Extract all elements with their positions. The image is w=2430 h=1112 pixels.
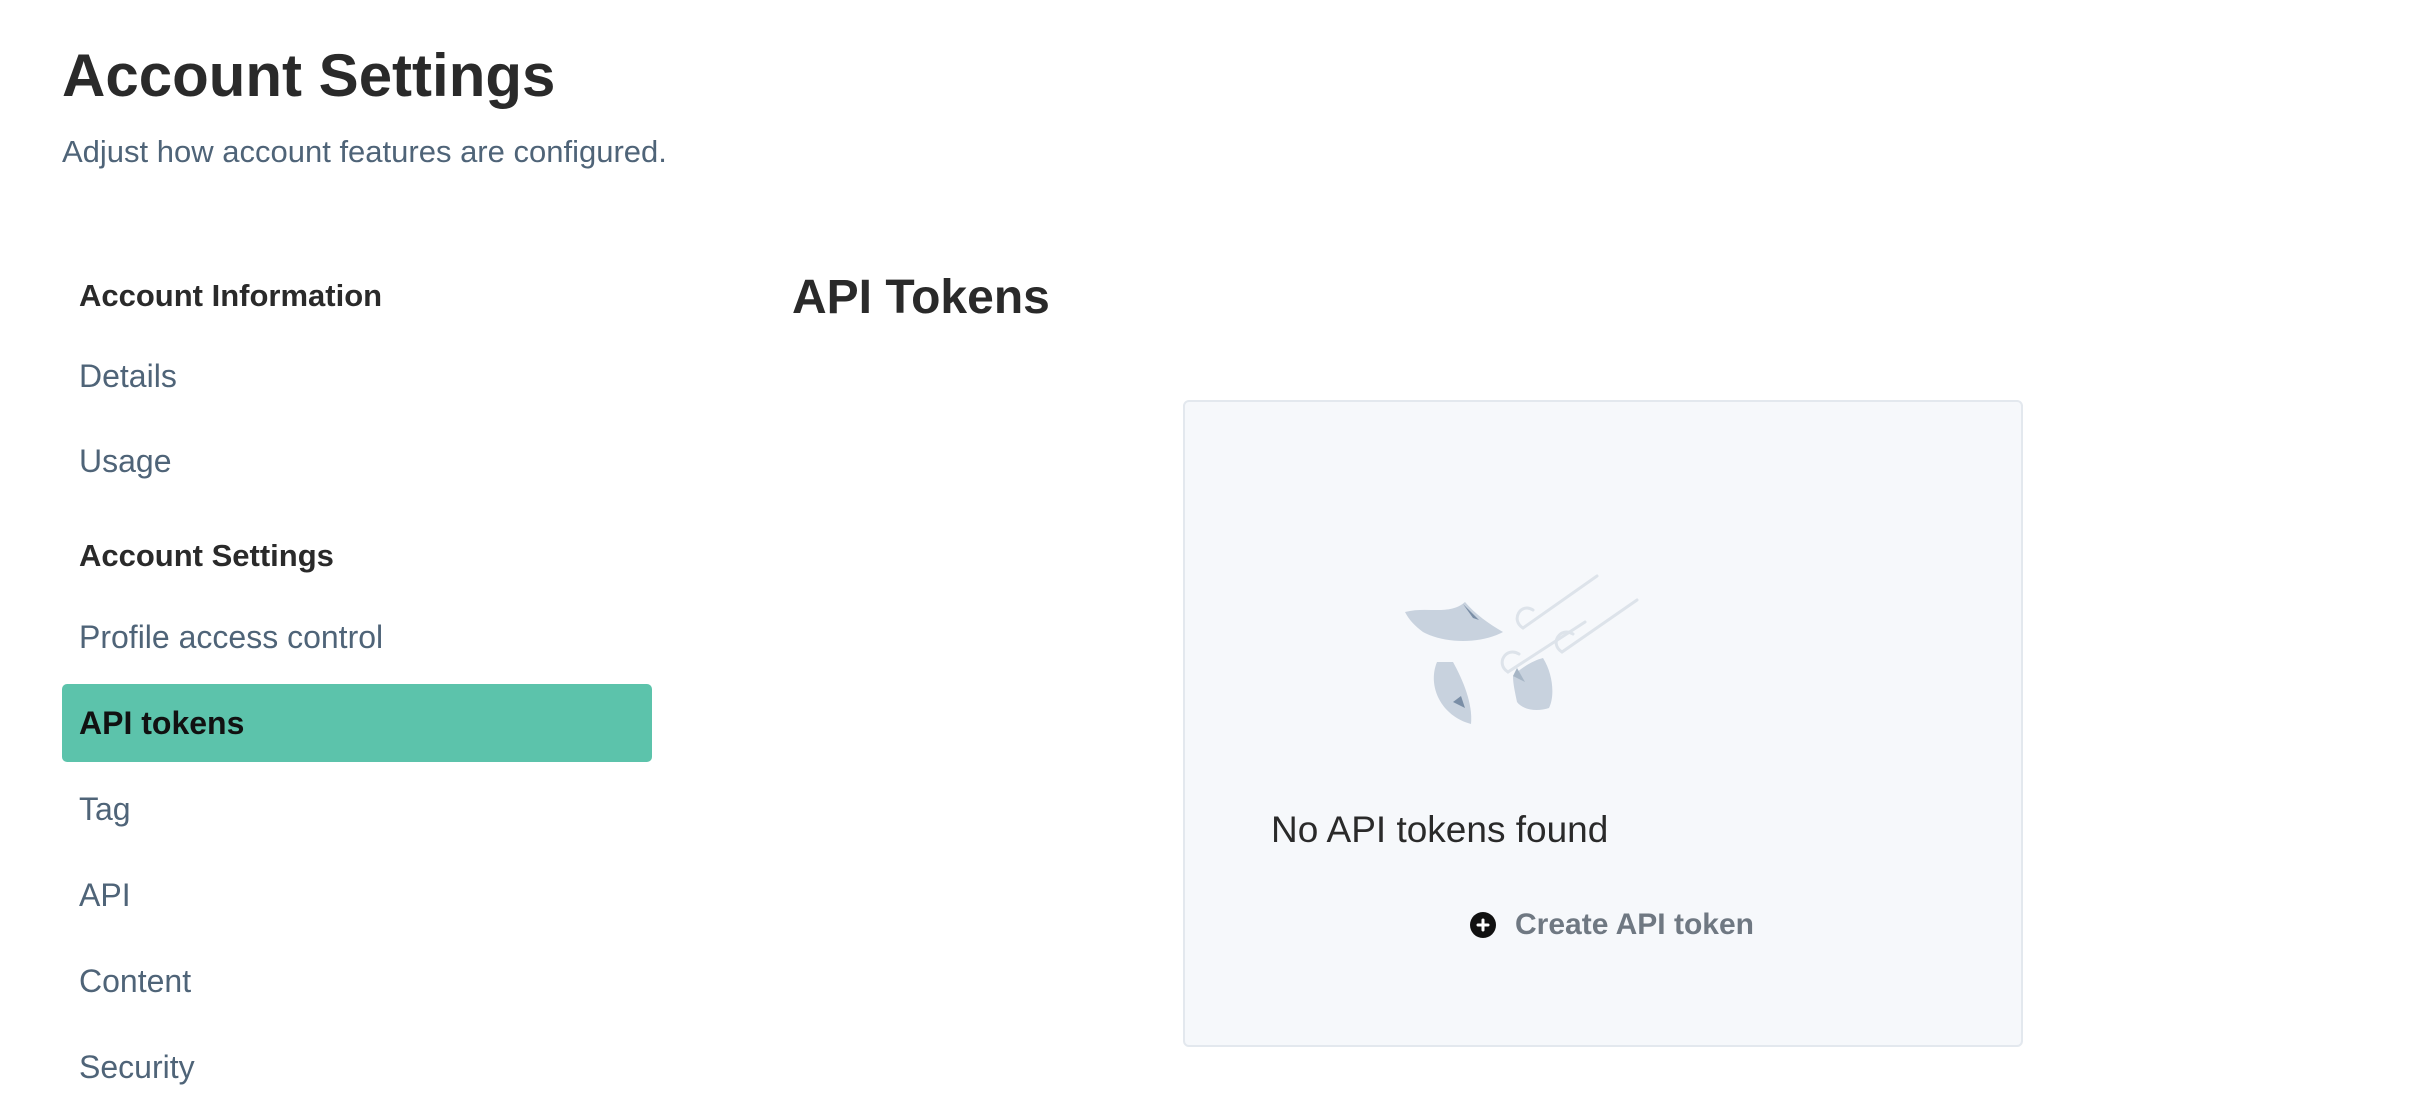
plus-circle-icon <box>1470 912 1496 938</box>
flying-papers-icon <box>1405 574 1639 724</box>
empty-state-message: No API tokens found <box>1271 809 1609 850</box>
sidebar-heading-account-information: Account Information <box>79 278 383 313</box>
empty-state-card: No API tokens found Create API token <box>1183 400 2023 1047</box>
sidebar-item-tag[interactable]: Tag <box>62 770 652 848</box>
create-api-token-label: Create API token <box>1515 908 1754 941</box>
sidebar-heading-account-settings: Account Settings <box>79 538 334 573</box>
page-subtitle: Adjust how account features are configur… <box>62 134 667 169</box>
create-api-token-button[interactable]: Create API token <box>1469 902 1754 948</box>
sidebar-item-details[interactable]: Details <box>62 337 652 415</box>
page-title: Account Settings <box>62 42 556 109</box>
sidebar-item-profile-access-control[interactable]: Profile access control <box>62 598 652 676</box>
sidebar-item-api[interactable]: API <box>62 856 652 934</box>
sidebar-item-api-tokens[interactable]: API tokens <box>62 684 652 762</box>
section-title: API Tokens <box>792 271 1050 324</box>
sidebar-item-usage[interactable]: Usage <box>62 422 652 500</box>
sidebar-item-security[interactable]: Security <box>62 1028 652 1106</box>
account-settings-page: Account Settings Adjust how account feat… <box>0 0 2430 1112</box>
sidebar-item-content[interactable]: Content <box>62 942 652 1020</box>
